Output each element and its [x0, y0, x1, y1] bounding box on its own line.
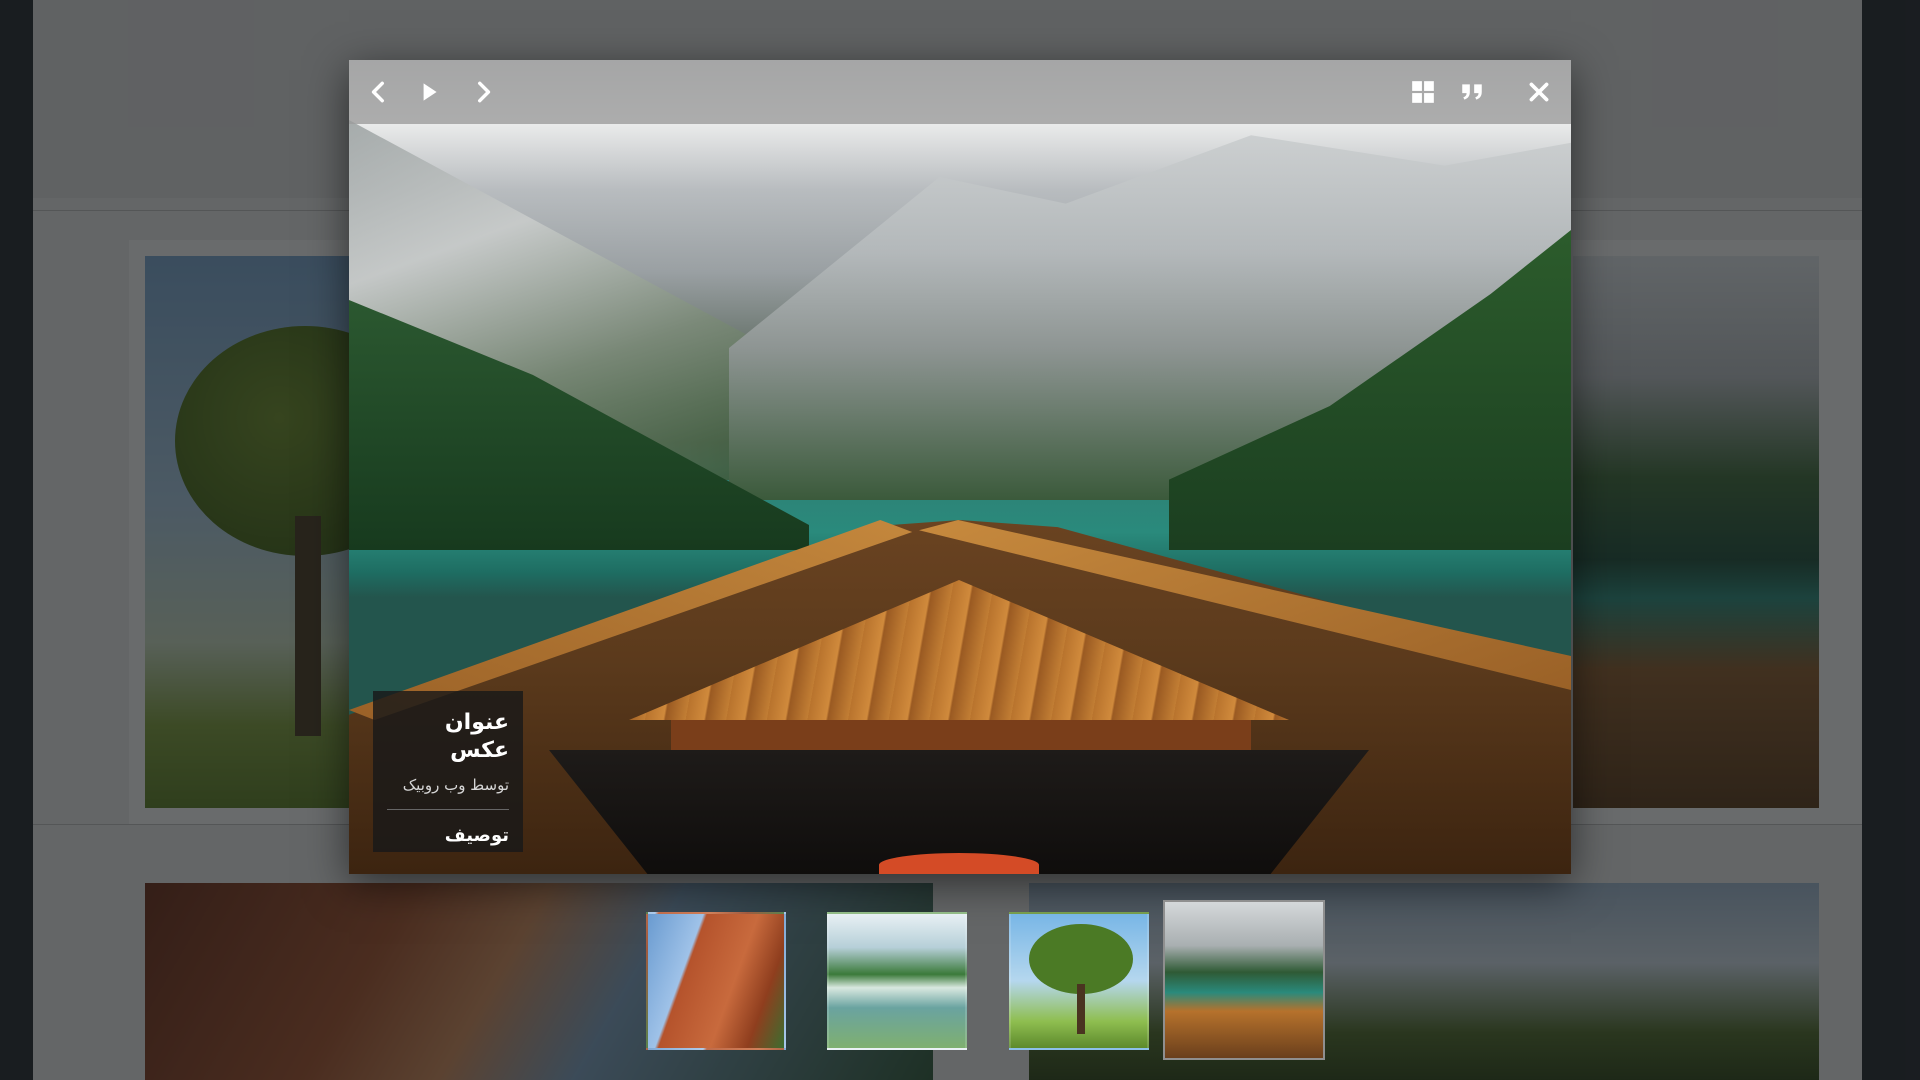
boat-bow: [671, 720, 1251, 750]
tree-trunk: [1077, 984, 1085, 1034]
lightbox-toolbar: [349, 60, 1571, 124]
thumbnail-canyon[interactable]: [646, 912, 786, 1050]
thumbnail-waterfalls[interactable]: [827, 912, 967, 1050]
play-button[interactable]: [407, 70, 451, 114]
boat-red-object: [879, 853, 1039, 874]
grid-icon: [1412, 81, 1434, 103]
close-icon: [1529, 82, 1549, 102]
caption-subtitle: توسط وب روبیک: [402, 776, 509, 794]
caption-description[interactable]: توصیف: [387, 824, 509, 848]
thumbnail-boat-active[interactable]: [1163, 900, 1325, 1060]
thumbnail-tree[interactable]: [1009, 912, 1149, 1050]
close-button[interactable]: [1517, 70, 1561, 114]
prev-button[interactable]: [357, 70, 401, 114]
thumbnail-strip: [0, 900, 1920, 1060]
chevron-left-icon: [371, 81, 384, 103]
lightbox-image: [349, 60, 1571, 874]
caption-divider: [387, 809, 509, 810]
quote-icon: [1462, 84, 1482, 100]
caption-toggle-button[interactable]: [1450, 70, 1494, 114]
lightbox: عنوان عکس توسط وب روبیک توصیف: [349, 60, 1571, 874]
thumbnails-toggle-button[interactable]: [1401, 70, 1445, 114]
next-button[interactable]: [461, 70, 505, 114]
play-icon: [423, 83, 437, 101]
chevron-right-icon: [478, 81, 491, 103]
caption-title: عنوان عکس: [444, 710, 509, 763]
image-caption: عنوان عکس توسط وب روبیک توصیف: [373, 691, 523, 852]
